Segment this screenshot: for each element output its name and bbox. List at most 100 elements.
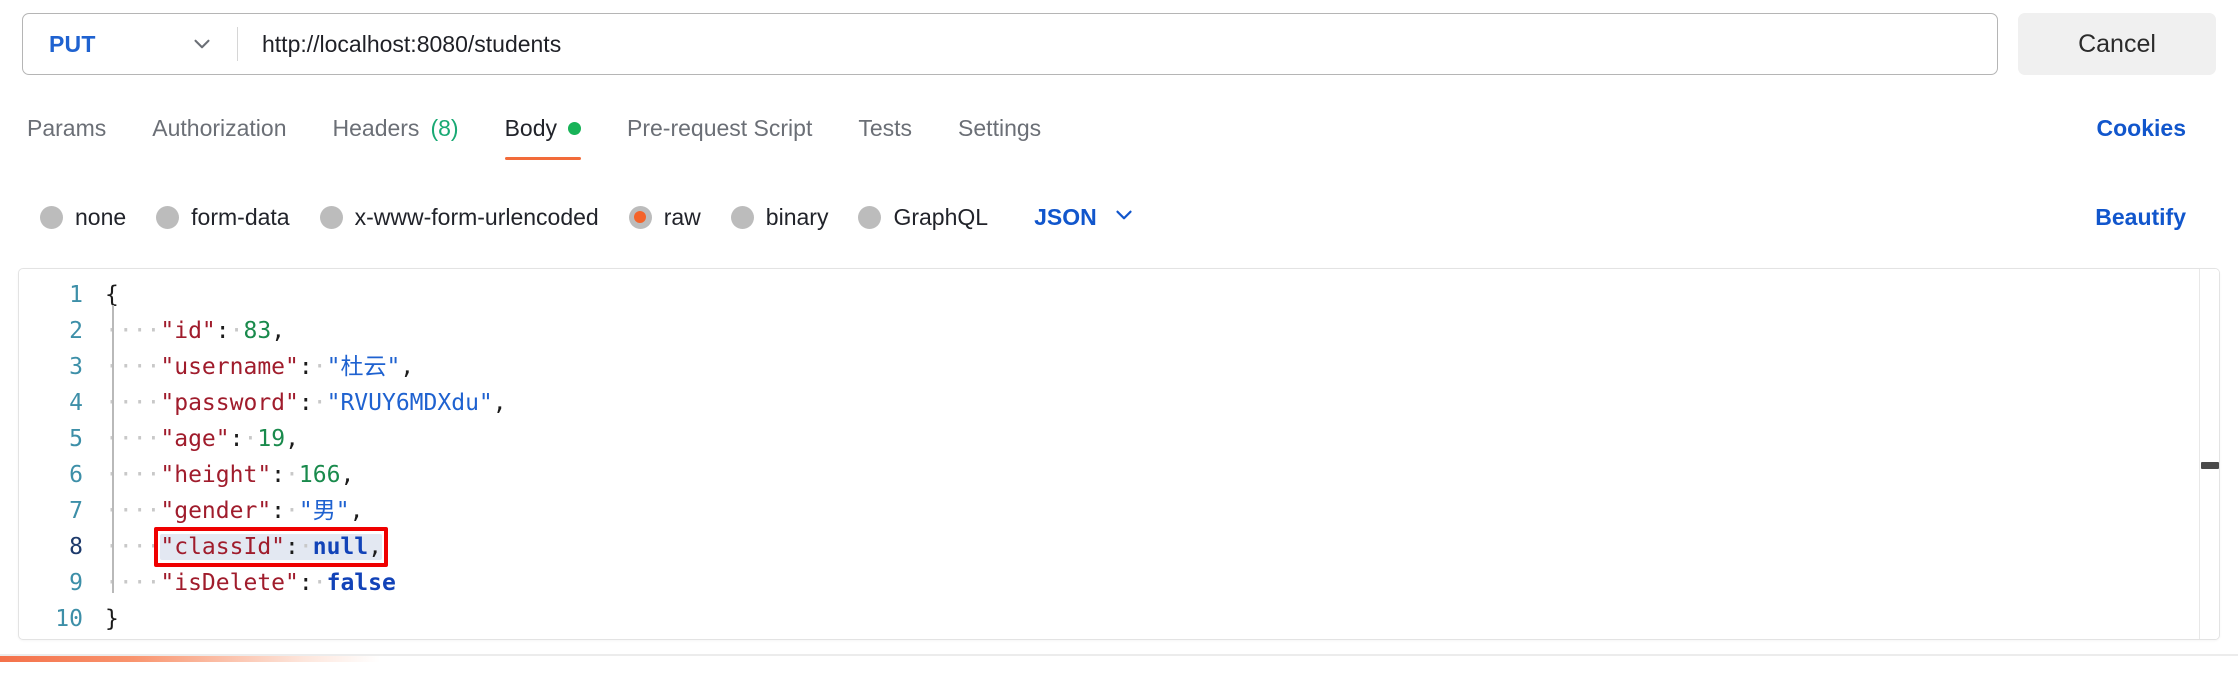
body-type-raw[interactable]: raw bbox=[628, 203, 701, 231]
code-token: · bbox=[312, 390, 327, 416]
request-tabs-bar: Params Authorization Headers (8) Body Pr… bbox=[0, 110, 2238, 172]
body-type-binary[interactable]: binary bbox=[730, 204, 828, 231]
url-input-wrap[interactable]: http://localhost:8080/students bbox=[238, 14, 1997, 74]
code-line[interactable]: 6 ····"height":·166, bbox=[19, 457, 2199, 493]
line-number: 2 bbox=[69, 318, 83, 344]
editor-scroll-thumb[interactable] bbox=[2201, 462, 2219, 469]
url-shell: PUT http://localhost:8080/students bbox=[22, 13, 1998, 75]
code-line[interactable]: 10} bbox=[19, 601, 2199, 637]
code-token: : bbox=[298, 570, 313, 596]
radio-icon[interactable] bbox=[858, 205, 882, 229]
code-line-content: } bbox=[105, 601, 119, 637]
code-token: "username" bbox=[160, 354, 299, 380]
radio-icon[interactable] bbox=[40, 205, 63, 229]
code-token: "isDelete" bbox=[160, 570, 299, 596]
code-line[interactable]: 3 ····"username":·"杜云", bbox=[19, 349, 2199, 385]
radio-icon-selected[interactable] bbox=[628, 205, 652, 229]
code-token: , bbox=[349, 498, 364, 524]
radio-icon[interactable] bbox=[156, 205, 180, 229]
tab-headers[interactable]: Headers (8) bbox=[310, 110, 482, 160]
tab-pre-request-script[interactable]: Pre-request Script bbox=[604, 110, 835, 160]
beautify-link[interactable]: Beautify bbox=[2095, 204, 2186, 231]
code-token: "password" bbox=[160, 390, 299, 416]
request-body-editor[interactable]: 1{2 ····"id":·83, 3 ····"username":·"杜云", 4 ·… bbox=[18, 268, 2220, 640]
code-line[interactable]: 8 ····"classId":·null, bbox=[19, 529, 2199, 565]
tab-label: Authorization bbox=[152, 115, 287, 141]
code-line-content: ····"classId":·null, bbox=[105, 529, 382, 565]
request-url-bar: PUT http://localhost:8080/students Cance… bbox=[0, 0, 2238, 88]
line-number: 6 bbox=[69, 462, 83, 488]
code-token: "杜云" bbox=[326, 354, 401, 380]
code-lines-container[interactable]: 1{2 ····"id":·83, 3 ····"username":·"杜云", 4 ·… bbox=[19, 269, 2199, 639]
http-method-label: PUT bbox=[49, 30, 96, 57]
code-token: , bbox=[285, 426, 299, 452]
tab-settings[interactable]: Settings bbox=[935, 110, 1064, 160]
radio-label: x-www-form-urlencoded bbox=[354, 203, 599, 230]
tab-tests[interactable]: Tests bbox=[835, 110, 935, 160]
headers-count-badge: (8) bbox=[430, 115, 459, 141]
code-token: · bbox=[229, 318, 244, 344]
line-number: 10 bbox=[55, 606, 83, 632]
code-token: null bbox=[312, 534, 369, 560]
code-line-content: ····"age":·19, bbox=[105, 421, 299, 457]
line-number: 5 bbox=[69, 426, 83, 452]
code-token: : bbox=[271, 498, 286, 524]
tab-label: Body bbox=[504, 115, 557, 141]
code-line[interactable]: 7 ····"gender":·"男", bbox=[19, 493, 2199, 529]
http-method-selector[interactable]: PUT bbox=[23, 14, 237, 74]
radio-icon[interactable] bbox=[730, 205, 754, 229]
raw-format-selector[interactable]: JSON bbox=[1034, 202, 1137, 233]
radio-label: none bbox=[75, 203, 127, 230]
body-type-none[interactable]: none bbox=[40, 204, 126, 231]
code-token: "age" bbox=[160, 426, 230, 452]
code-token: "height" bbox=[160, 462, 272, 488]
code-token: "classId" bbox=[160, 534, 286, 560]
code-line[interactable]: 9 ····"isDelete":·false bbox=[19, 565, 2199, 601]
tab-label: Tests bbox=[858, 115, 913, 141]
code-token: : bbox=[271, 462, 286, 488]
tab-label: Params bbox=[27, 115, 107, 141]
tab-label: Headers bbox=[332, 115, 420, 141]
code-line[interactable]: 4 ····"password":·"RVUY6MDXdu", bbox=[19, 385, 2199, 421]
body-type-x-www-form-urlencoded[interactable]: x-www-form-urlencoded bbox=[319, 203, 599, 231]
body-type-options: none form-data x-www-form-urlencoded raw… bbox=[0, 188, 2238, 246]
selection-highlight: "classId":·null, bbox=[160, 534, 382, 560]
cookies-link[interactable]: Cookies bbox=[2097, 110, 2186, 142]
code-token: "男" bbox=[298, 498, 350, 524]
code-line-content: ····"username":·"杜云", bbox=[105, 349, 414, 385]
code-line-content: ····"height":·166, bbox=[105, 457, 354, 493]
radio-label: raw bbox=[663, 203, 701, 230]
code-token: 83 bbox=[243, 318, 272, 344]
code-token: : bbox=[298, 390, 313, 416]
code-token: · bbox=[312, 570, 327, 596]
radio-icon[interactable] bbox=[319, 205, 343, 229]
cancel-button[interactable]: Cancel bbox=[2018, 13, 2216, 75]
line-number: 8 bbox=[69, 534, 83, 560]
url-input[interactable]: http://localhost:8080/students bbox=[262, 31, 561, 58]
code-token: } bbox=[105, 606, 119, 632]
code-line-content: ····"isDelete":·false bbox=[105, 565, 396, 601]
code-token: , bbox=[492, 390, 507, 416]
code-line[interactable]: 5 ····"age":·19, bbox=[19, 421, 2199, 457]
code-token: "id" bbox=[160, 318, 216, 344]
code-line[interactable]: 2 ····"id":·83, bbox=[19, 313, 2199, 349]
progress-fill bbox=[0, 656, 381, 662]
code-token: : bbox=[285, 534, 299, 560]
body-type-graphql[interactable]: GraphQL bbox=[858, 204, 988, 231]
tab-authorization[interactable]: Authorization bbox=[129, 110, 309, 160]
code-token: 166 bbox=[298, 462, 341, 488]
editor-scroll-rail[interactable] bbox=[2199, 269, 2219, 639]
code-token: · bbox=[312, 354, 327, 380]
code-line[interactable]: 1{ bbox=[19, 277, 2199, 313]
chevron-down-icon bbox=[189, 31, 215, 57]
code-token: , bbox=[271, 318, 286, 344]
code-token: · bbox=[298, 534, 313, 560]
code-line-content: ····"id":·83, bbox=[105, 313, 285, 349]
code-token: : bbox=[298, 354, 313, 380]
tab-params[interactable]: Params bbox=[22, 110, 129, 160]
body-modified-dot-icon bbox=[568, 122, 581, 135]
body-type-form-data[interactable]: form-data bbox=[156, 204, 290, 231]
raw-format-label: JSON bbox=[1034, 203, 1097, 230]
code-token: · bbox=[285, 498, 299, 524]
tab-body[interactable]: Body bbox=[482, 110, 604, 160]
